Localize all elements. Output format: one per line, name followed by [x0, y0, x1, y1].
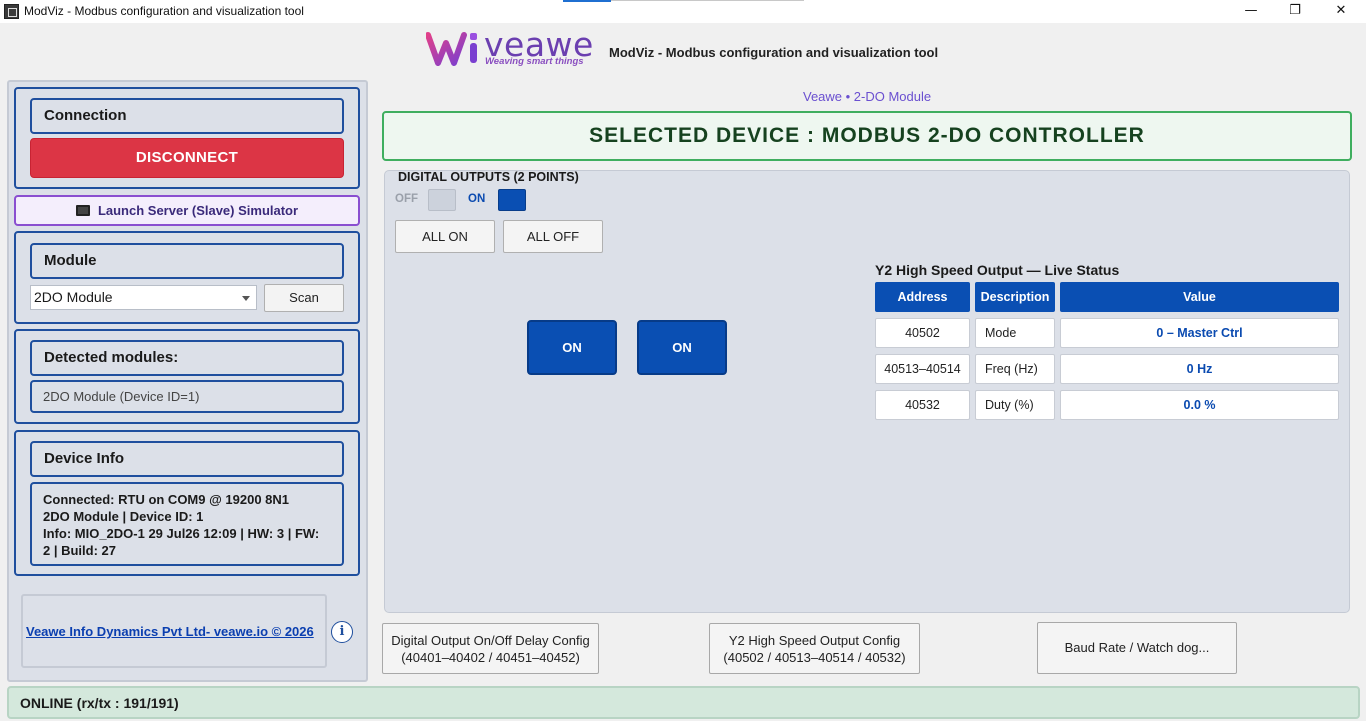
restore-button[interactable]: ❐ [1272, 0, 1318, 23]
device-info-heading: Device Info [30, 441, 344, 477]
window-title: ModViz - Modbus configuration and visual… [24, 4, 304, 18]
device-info-connection: Connected: RTU on COM9 @ 19200 8N1 [43, 492, 290, 507]
delay-config-registers: (40401–40402 / 40451–40452) [401, 650, 580, 665]
live-status-title: Y2 High Speed Output — Live Status [875, 262, 1120, 278]
launch-simulator-label: Launch Server (Slave) Simulator [97, 203, 299, 218]
legend-off-label: OFF [395, 193, 418, 205]
module-select-value: 2DO Module [34, 289, 113, 305]
table-cell-address: 40532 [875, 390, 970, 420]
titlebar-divider [611, 0, 804, 1]
table-cell-description: Duty (%) [975, 390, 1055, 420]
module-select[interactable]: 2DO Module [30, 285, 257, 310]
detected-module-item[interactable]: 2DO Module (Device ID=1) [30, 380, 344, 413]
table-cell-address: 40513–40514 [875, 354, 970, 384]
disconnect-button[interactable]: DISCONNECT [30, 138, 344, 178]
status-bar: ONLINE (rx/tx : 191/191) [7, 686, 1360, 719]
table-cell-value: 0 Hz [1060, 354, 1339, 384]
info-icon[interactable]: i [331, 621, 353, 643]
device-info-module: 2DO Module | Device ID: 1 [43, 509, 204, 524]
titlebar-accent [563, 0, 611, 2]
close-button[interactable]: ✕ [1318, 0, 1364, 23]
highspeed-config-label: Y2 High Speed Output Config [728, 633, 901, 648]
device-info-build: 2 | Build: 27 [43, 543, 116, 558]
output-toggle-y2[interactable]: ON [637, 320, 727, 375]
connection-heading: Connection [30, 98, 344, 134]
all-off-button[interactable]: ALL OFF [503, 220, 603, 253]
table-cell-value: 0.0 % [1060, 390, 1339, 420]
launch-simulator-button[interactable]: Launch Server (Slave) Simulator [14, 195, 360, 226]
app-header-title: ModViz - Modbus configuration and visual… [609, 45, 939, 60]
device-info-details: Connected: RTU on COM9 @ 19200 8N1 2DO M… [30, 482, 344, 566]
company-link[interactable]: Veawe Info Dynamics Pvt Ltd- veawe.io © … [26, 624, 314, 639]
monitor-icon [75, 205, 90, 216]
app-icon [4, 4, 19, 19]
column-header-value: Value [1060, 282, 1339, 312]
selected-device-banner: SELECTED DEVICE : MODBUS 2-DO CONTROLLER [382, 111, 1352, 161]
device-info-firmware: Info: MIO_2DO-1 29 Jul26 12:09 | HW: 3 |… [43, 526, 320, 541]
legend-off-swatch [428, 189, 456, 211]
highspeed-config-registers: (40502 / 40513–40514 / 40532) [723, 650, 906, 665]
digital-outputs-title: DIGITAL OUTPUTS (2 POINTS) [398, 170, 579, 184]
table-cell-description: Freq (Hz) [975, 354, 1055, 384]
logo-tagline: Weaving smart things [485, 56, 584, 67]
delay-config-label: Digital Output On/Off Delay Config [391, 633, 590, 648]
output-toggle-y1[interactable]: ON [527, 320, 617, 375]
chevron-down-icon [242, 296, 250, 301]
column-header-description: Description [975, 282, 1055, 312]
delay-config-button[interactable]: Digital Output On/Off Delay Config (4040… [382, 623, 599, 674]
module-heading: Module [30, 243, 344, 279]
legend-on-label: ON [468, 193, 486, 205]
minimize-button[interactable]: — [1228, 0, 1274, 23]
table-cell-value: 0 – Master Ctrl [1060, 318, 1339, 348]
legend-on-swatch [498, 189, 526, 211]
highspeed-config-button[interactable]: Y2 High Speed Output Config (40502 / 405… [709, 623, 920, 674]
baud-watchdog-button[interactable]: Baud Rate / Watch dog... [1037, 622, 1237, 674]
scan-button[interactable]: Scan [264, 284, 344, 312]
table-cell-description: Mode [975, 318, 1055, 348]
table-cell-address: 40502 [875, 318, 970, 348]
device-subtitle: Veawe • 2-DO Module [803, 89, 932, 104]
all-on-button[interactable]: ALL ON [395, 220, 495, 253]
detected-modules-heading: Detected modules: [30, 340, 344, 376]
column-header-address: Address [875, 282, 970, 312]
